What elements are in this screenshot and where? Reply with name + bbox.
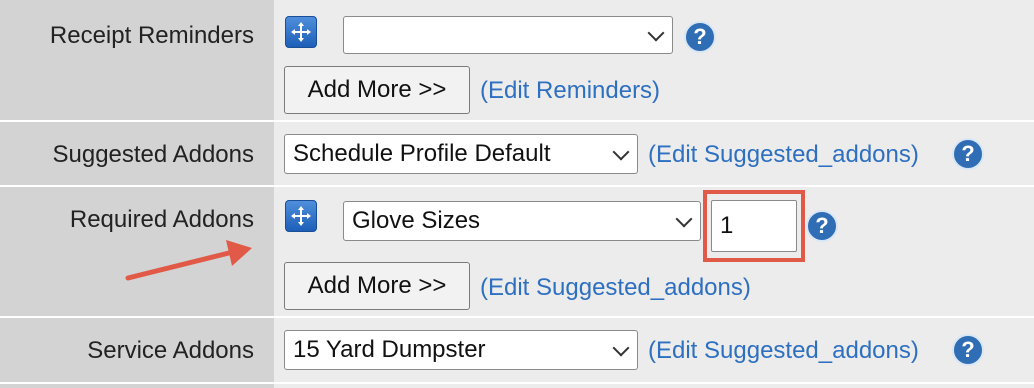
service-addons-select[interactable]: 15 Yard Dumpster	[284, 330, 638, 370]
label-column	[0, 0, 274, 388]
receipt-reminders-add-more-button[interactable]: Add More >>	[284, 66, 470, 114]
suggested-addons-label: Suggested Addons	[52, 141, 254, 168]
help-icon[interactable]: ?	[952, 334, 984, 366]
move-arrows-icon[interactable]	[285, 200, 317, 232]
suggested-addons-select[interactable]: Schedule Profile Default	[284, 134, 638, 174]
service-addons-label: Service Addons	[87, 337, 254, 364]
row-divider	[0, 185, 1034, 187]
required-addons-label: Required Addons	[69, 206, 254, 233]
help-icon[interactable]: ?	[684, 21, 716, 53]
chevron-down-icon	[612, 143, 630, 161]
required-addons-add-more-button[interactable]: Add More >>	[284, 262, 470, 310]
move-arrows-glyph	[291, 206, 311, 226]
annotation-arrow	[125, 240, 252, 281]
row-divider	[0, 382, 1034, 384]
suggested-addons-select-value: Schedule Profile Default	[293, 140, 551, 167]
chevron-down-icon	[612, 339, 630, 357]
edit-suggested-addons-link[interactable]: (Edit Suggested_addons)	[648, 337, 919, 365]
edit-suggested-addons-link[interactable]: (Edit Suggested_addons)	[648, 141, 919, 169]
help-icon[interactable]: ?	[806, 210, 838, 242]
chevron-down-icon	[675, 210, 693, 228]
edit-reminders-link[interactable]: (Edit Reminders)	[480, 77, 660, 105]
help-icon[interactable]: ?	[952, 138, 984, 170]
required-addons-select-value: Glove Sizes	[352, 207, 481, 234]
row-divider	[0, 316, 1034, 318]
receipt-reminders-select[interactable]	[343, 16, 673, 54]
receipt-reminders-label: Receipt Reminders	[49, 22, 254, 49]
required-addons-select[interactable]: Glove Sizes	[343, 201, 701, 241]
required-addons-quantity-input[interactable]: 1	[711, 200, 797, 252]
move-arrows-glyph	[291, 22, 311, 42]
row-divider	[0, 120, 1034, 122]
move-arrows-icon[interactable]	[285, 16, 317, 48]
chevron-down-icon	[647, 24, 665, 42]
service-addons-select-value: 15 Yard Dumpster	[293, 336, 486, 363]
edit-suggested-addons-link[interactable]: (Edit Suggested_addons)	[480, 274, 751, 302]
